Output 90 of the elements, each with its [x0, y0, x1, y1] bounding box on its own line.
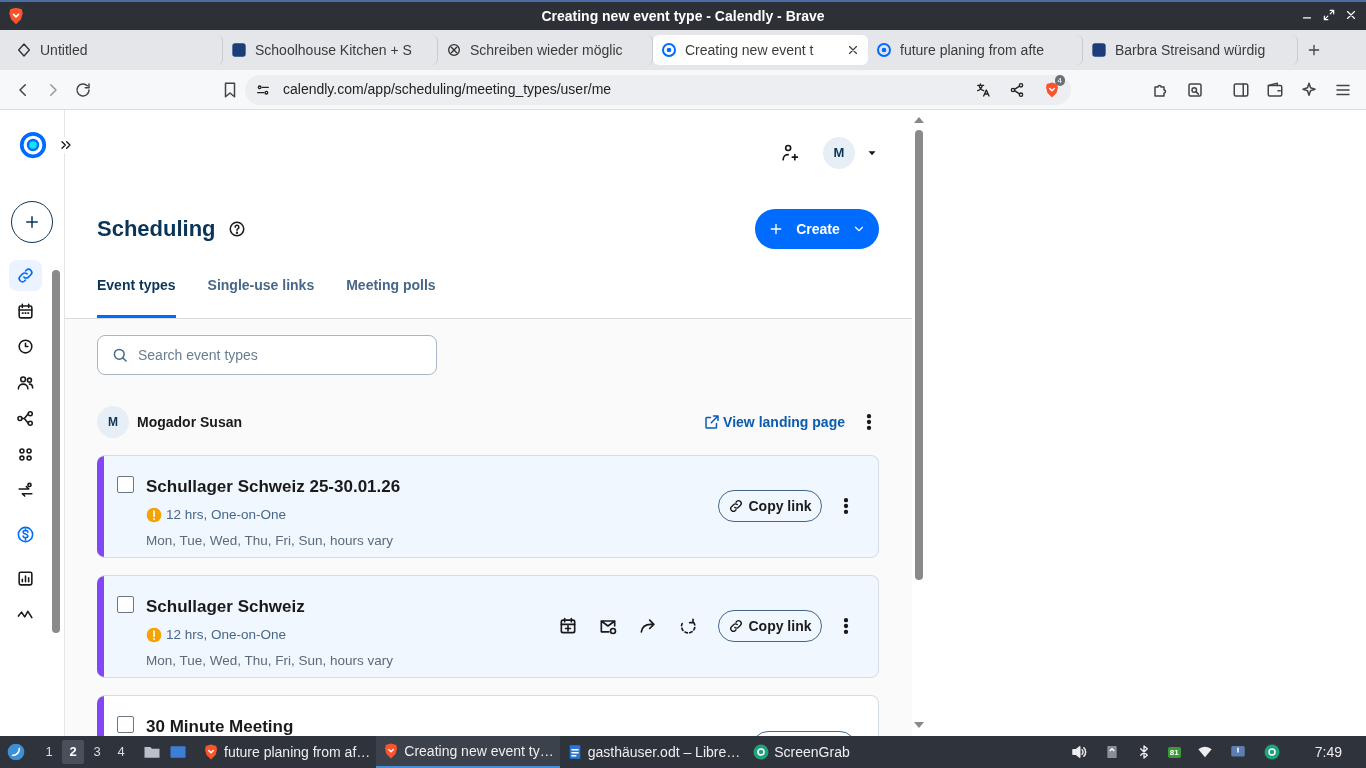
checkbox[interactable] [117, 596, 134, 613]
translate-icon[interactable] [975, 81, 991, 98]
add-user-icon[interactable] [779, 143, 799, 163]
search-icon [111, 346, 129, 364]
view-landing-page-link[interactable]: View landing page [723, 411, 845, 433]
app-icon [202, 743, 220, 761]
calendar-icon [16, 301, 35, 321]
workspace-switch[interactable]: 1 [38, 740, 60, 764]
user-avatar[interactable]: M [823, 137, 855, 169]
clock-icon [16, 337, 35, 357]
routing-icon [16, 480, 35, 500]
close-tab-icon[interactable] [846, 43, 860, 57]
event-schedule: Mon, Tue, Wed, Thu, Fri, Sun, hours vary [146, 651, 395, 670]
event-details: 12 hrs, One-on-One [166, 505, 287, 524]
external-link-icon[interactable] [703, 413, 722, 431]
favicon-icon [661, 42, 677, 58]
reload-icon[interactable] [74, 80, 92, 99]
scrollbar-thumb[interactable] [915, 130, 923, 580]
reading-list-icon[interactable] [1186, 80, 1204, 99]
browser-tab[interactable]: Untitled [8, 35, 223, 65]
favicon-icon [231, 42, 247, 58]
page-title: Scheduling [97, 215, 216, 243]
event-title: 30 Minute Meeting [146, 716, 295, 736]
workspace-switch[interactable]: 2 [62, 740, 84, 764]
favicon-icon [1091, 42, 1107, 58]
workflow-icon [16, 409, 35, 429]
favicon-icon [876, 42, 892, 58]
tab[interactable]: Event types [97, 275, 176, 318]
event-details: 12 hrs, One-on-One [166, 625, 287, 644]
app-icon [752, 743, 771, 761]
browser-tab[interactable]: Schoolhouse Kitchen + S [223, 35, 438, 65]
search-field[interactable]: Search event types [97, 335, 437, 375]
shield-count: 4 [1054, 75, 1065, 86]
link-icon [728, 498, 745, 514]
event-title: Schullager Schweiz 25-30.01.26 [146, 476, 402, 498]
clock[interactable]: 7:49 [1314, 741, 1342, 763]
owner-name: Mogador Susan [137, 412, 242, 432]
people-icon [16, 373, 35, 393]
wifi-icon[interactable] [1196, 744, 1213, 760]
app-logo-icon[interactable] [18, 130, 48, 160]
tab[interactable]: Meeting polls [346, 275, 436, 318]
sparkle-icon[interactable] [1300, 80, 1318, 99]
url-text[interactable]: calendly.com/app/scheduling/meeting_types/user/me [283, 79, 975, 100]
volume-icon[interactable] [1069, 743, 1088, 761]
taskbar-item[interactable]: ScreenGrab [746, 736, 856, 768]
new-tab-icon[interactable] [1306, 42, 1322, 58]
event-title: Schullager Schweiz [146, 596, 306, 618]
start-menu-icon[interactable] [6, 742, 26, 762]
browser-logo-icon [6, 6, 26, 26]
screen-grab-icon[interactable] [1262, 743, 1281, 761]
share-icon[interactable] [1009, 81, 1025, 98]
taskbar-item[interactable]: gasthäuser.odt – Libre… [559, 736, 747, 768]
close-icon[interactable] [1344, 8, 1358, 22]
maximize-icon[interactable] [1322, 8, 1336, 22]
tab[interactable]: Single-use links [207, 275, 315, 318]
create-button[interactable]: Create [755, 209, 879, 249]
battery-level[interactable]: 81 [1167, 746, 1181, 758]
event-card[interactable]: Schullager Schweiz 12 hrs, One-on-One Mon, Tue, Wed, Thu, Fri, Sun, hours vary Copy link [97, 575, 879, 678]
owner-avatar: M [97, 406, 129, 438]
dollar-icon [16, 525, 35, 545]
link-icon [16, 265, 35, 285]
share-icon[interactable] [638, 616, 658, 636]
scroll-up-icon[interactable] [914, 115, 924, 123]
favicon-icon [16, 42, 32, 58]
window-title: Creating new event type - Calendly - Brave [541, 6, 825, 26]
scroll-down-icon[interactable] [914, 722, 924, 730]
event-card[interactable]: 30 Minute Meeting [97, 695, 879, 736]
plus-icon [23, 213, 41, 231]
browser-tab[interactable]: Creating new event t [653, 35, 868, 65]
shield-icon[interactable] [1043, 81, 1061, 100]
sidebar-icon[interactable] [1232, 80, 1250, 99]
workspace-switch[interactable]: 3 [86, 740, 108, 764]
taskbar-item[interactable]: future planing from af… [196, 736, 377, 768]
browser-tab[interactable]: Barbra Streisand würdig [1083, 35, 1298, 65]
wallet-icon[interactable] [1266, 80, 1284, 99]
calendar-plus-icon[interactable] [558, 616, 578, 636]
favicon-icon [446, 42, 462, 58]
checkbox[interactable] [117, 476, 134, 493]
create-button[interactable] [11, 201, 53, 243]
workspace-switch[interactable]: 4 [110, 740, 132, 764]
browser-tab[interactable]: future planing from afte [868, 35, 1083, 65]
chart-icon [16, 569, 35, 589]
help-icon[interactable] [227, 220, 246, 238]
link-icon [728, 618, 745, 634]
scrollbar-thumb[interactable] [52, 270, 60, 633]
event-schedule: Mon, Tue, Wed, Thu, Fri, Sun, hours vary [146, 531, 395, 550]
taskbar-item[interactable]: Creating new event ty… [376, 736, 560, 768]
event-card[interactable]: Schullager Schweiz 25-30.01.26 12 hrs, One-on-One Mon, Tue, Wed, Thu, Fri, Sun, hours vary Copy link [97, 455, 879, 558]
checkbox[interactable] [117, 716, 134, 733]
dashed-circle-icon[interactable] [678, 616, 698, 636]
